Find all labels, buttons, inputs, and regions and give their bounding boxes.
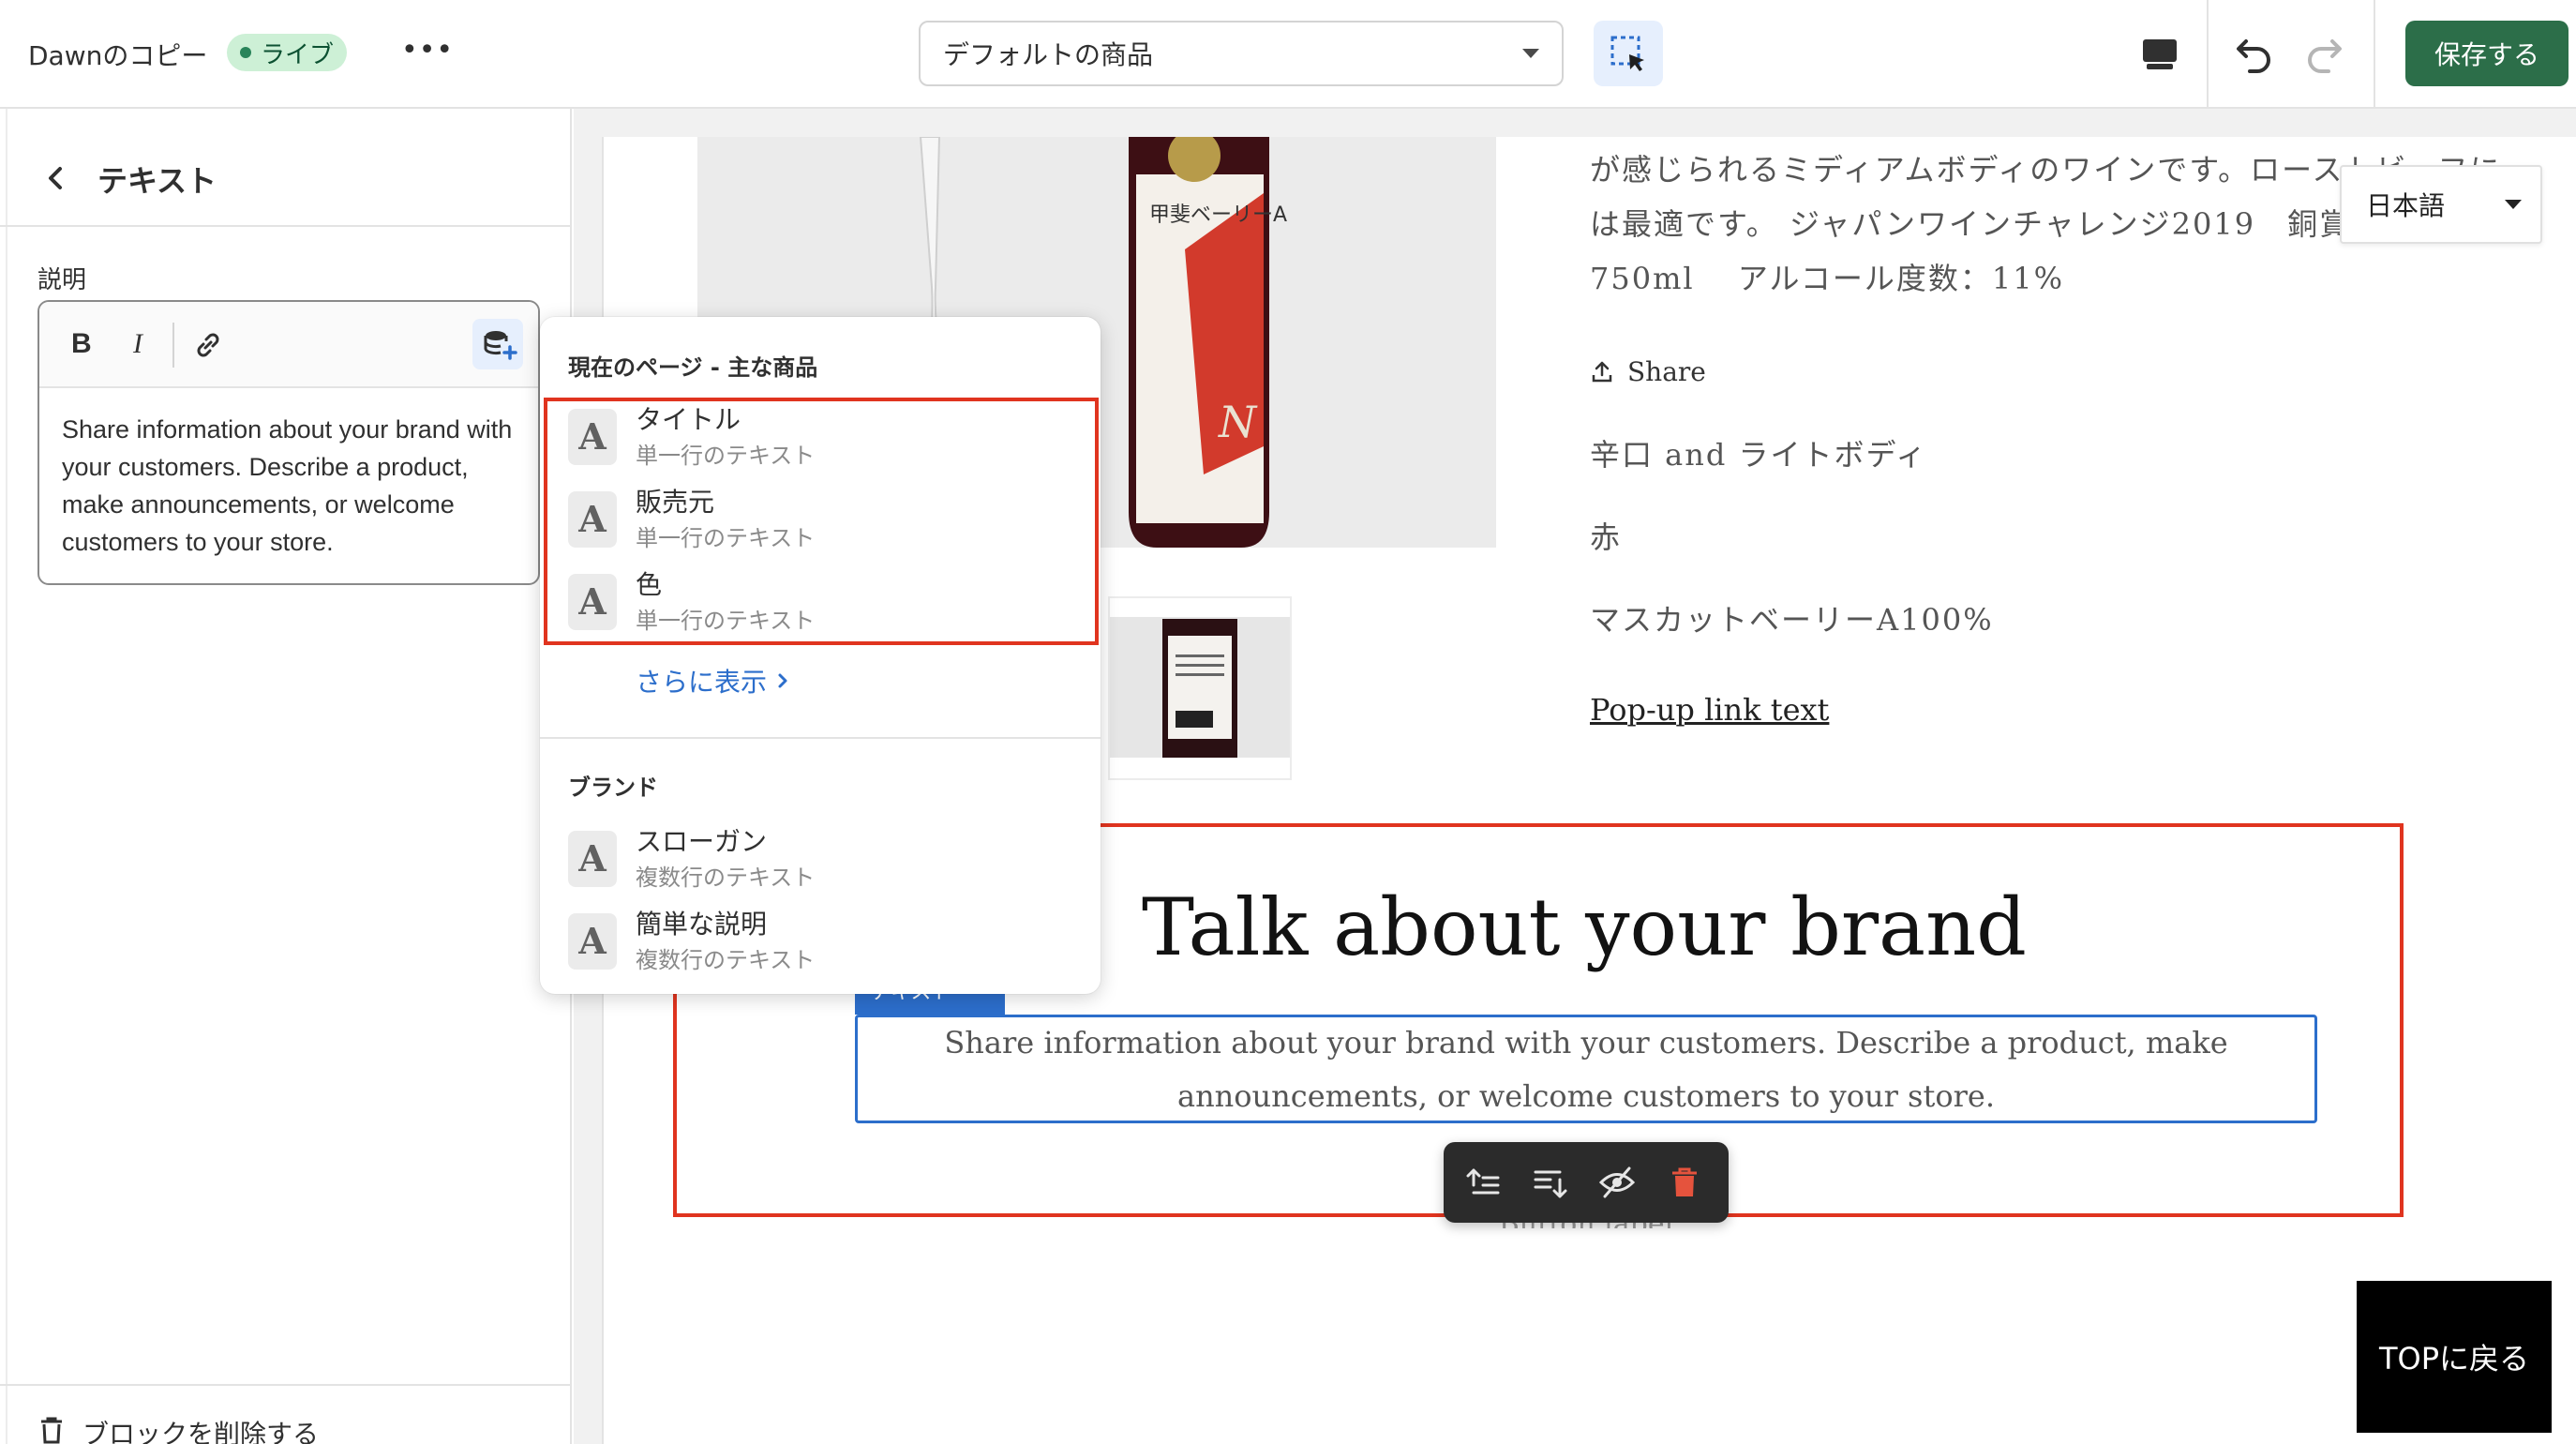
section-current-page-title: 現在のページ - 主な商品 [568,354,818,381]
move-up-button[interactable] [1464,1163,1504,1202]
dynamic-source-button[interactable] [472,319,523,369]
sidebar-edge [6,109,7,1444]
language-value: 日本語 [2366,190,2446,221]
option-name: 簡単な説明 [636,909,768,940]
chevron-down-icon [2505,200,2522,209]
link-button[interactable] [189,326,227,364]
move-down-button[interactable] [1530,1163,1569,1202]
move-down-icon [1534,1170,1567,1198]
option-type: 複数行のテキスト [636,865,816,891]
product-property: マスカットベーリーA100% [1590,602,1994,638]
product-description-line: は最適です。 ジャパンワインチャレンジ2019 銅賞受 [1590,206,2384,242]
delete-block-label[interactable]: ブロックを削除する [82,1414,319,1444]
sidebar-title: テキスト [97,163,217,199]
undo-icon [2237,39,2270,73]
top-bar: Dawnのコピー ライブ ••• デフォルトの商品 保存する [0,0,2576,109]
undo-button[interactable] [2229,28,2282,81]
delete-block-button[interactable] [36,1414,67,1444]
block-toolbar [1444,1142,1729,1223]
desktop-preview-button[interactable] [2134,28,2186,81]
rte-toolbar: B I [39,302,538,388]
desktop-icon [2143,39,2177,69]
section-brand-title: ブランド [568,775,658,801]
hide-button[interactable] [1597,1163,1637,1202]
status-label: ライブ [261,40,335,69]
status-dot [240,47,251,58]
thumbnail-image [1110,617,1290,758]
share-icon [1592,361,1612,382]
move-up-icon [1466,1168,1500,1195]
show-more-label: さらに表示 [636,667,768,698]
redo-button[interactable] [2297,28,2349,81]
back-icon [49,167,62,189]
chevron-down-icon [1522,49,1539,58]
product-thumbnail[interactable] [1108,596,1292,780]
theme-name[interactable]: Dawnのコピー [28,36,207,73]
share-button[interactable]: Share [1590,356,1706,387]
hide-icon [1598,1166,1636,1198]
option-name: スローガン [636,826,768,857]
back-to-top-button[interactable]: TOPに戻る [2357,1281,2552,1433]
rich-text-editor: B I Share information about your brand w… [37,300,540,585]
product-property: 辛口 and ライトボディ [1590,437,1928,473]
inspect-icon [1610,36,1644,71]
save-button[interactable]: 保存する [2405,21,2569,86]
option-type: 複数行のテキスト [636,947,816,973]
show-more-link[interactable]: さらに表示 [636,662,791,699]
popup-link[interactable]: Pop-up link text [1590,692,1829,728]
rte-divider [172,323,174,368]
delete-icon [1672,1167,1697,1196]
text-type-icon: A [568,913,617,970]
source-option[interactable]: A スローガン 複数行のテキスト [540,820,1101,900]
source-option[interactable]: A 簡単な説明 複数行のテキスト [540,902,1101,983]
dynamic-source-icon [484,331,517,360]
template-select[interactable]: デフォルトの商品 [919,21,1564,86]
template-select-value: デフォルトの商品 [943,39,1154,70]
redo-icon [2308,39,2342,73]
product-description-line: 750ml アルコール度数：11% [1590,261,2064,296]
inspect-button[interactable] [1594,21,1663,86]
language-selector[interactable]: 日本語 [2340,165,2542,244]
toolbar-divider [2207,0,2209,107]
more-icon[interactable]: ••• [401,32,453,73]
toolbar-divider [2374,0,2375,107]
link-icon [197,333,219,357]
sidebar-header [0,109,570,227]
chevron-right-icon [778,673,787,688]
trash-icon [41,1417,62,1444]
status-badge: ライブ [227,34,348,71]
bold-button[interactable]: B [71,328,92,360]
svg-text:N: N [1218,397,1258,447]
delete-button[interactable] [1665,1163,1704,1202]
product-property: 赤 [1590,519,1623,555]
editor-text[interactable]: Share information about your brand with … [62,411,521,561]
bottle-label-text: 甲斐ベーリーA [1149,203,1287,227]
text-type-icon: A [568,831,617,887]
popover-divider [540,737,1101,739]
share-label: Share [1627,356,1706,387]
italic-button[interactable]: I [133,328,142,360]
description-label: 説明 [37,266,87,294]
options-highlight [544,398,1099,645]
brand-text[interactable]: Share information about your brand with … [859,1016,2314,1123]
back-button[interactable] [37,159,75,197]
sidebar-footer-divider [0,1384,570,1386]
